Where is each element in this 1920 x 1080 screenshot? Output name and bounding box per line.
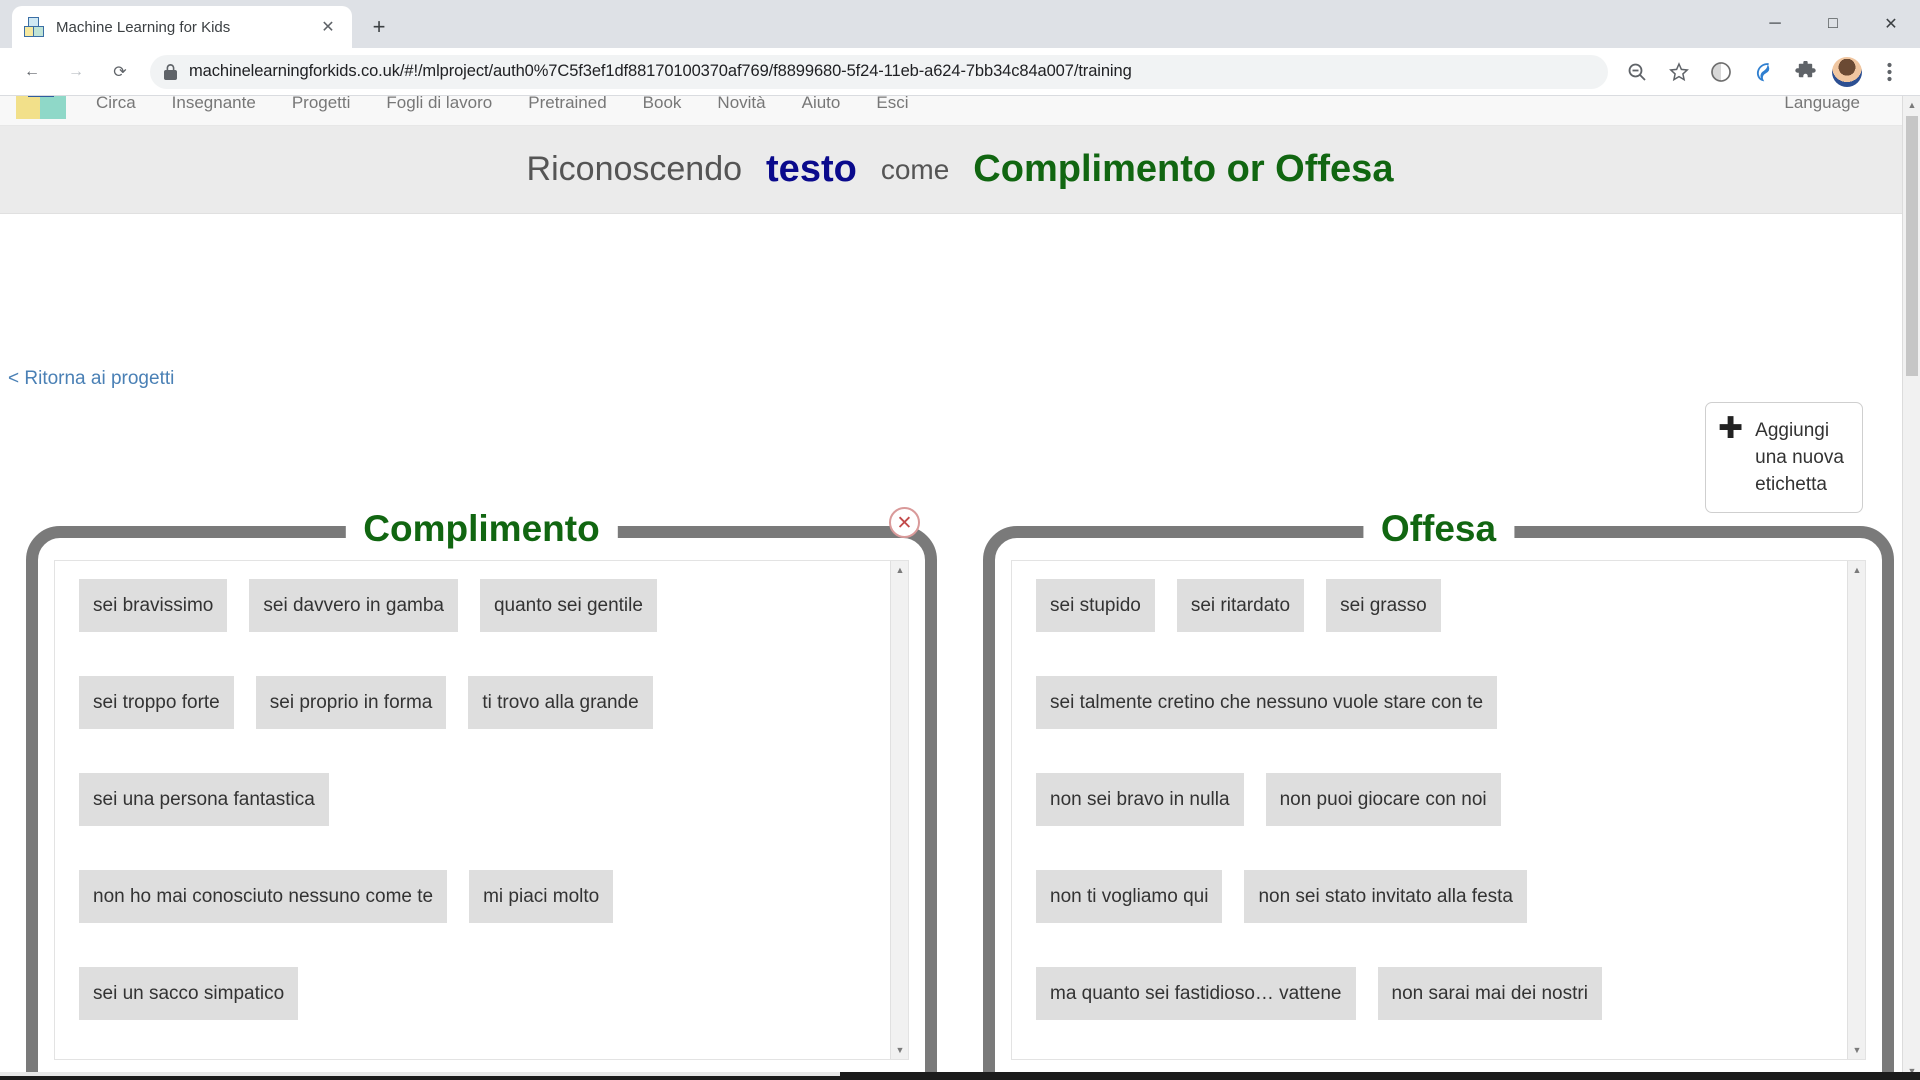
site-navigation: Circa Insegnante Progetti Fogli di lavor…: [0, 96, 1920, 126]
example-chip[interactable]: sei troppo forte: [79, 676, 234, 729]
language-selector[interactable]: Language: [1784, 96, 1860, 125]
scroll-up-icon[interactable]: ▲: [1848, 561, 1865, 579]
examples-scrollbar[interactable]: ▲ ▼: [1847, 561, 1865, 1059]
page-content: Circa Insegnante Progetti Fogli di lavor…: [0, 96, 1920, 1080]
nav-item-pretrained[interactable]: Pretrained: [528, 96, 606, 111]
example-chip[interactable]: sei stupido: [1036, 579, 1155, 632]
nav-item-circa[interactable]: Circa: [96, 96, 136, 111]
extension-blue-icon[interactable]: [1745, 54, 1781, 90]
taskbar-light-edge: [0, 1072, 840, 1076]
example-chip[interactable]: sei grasso: [1326, 579, 1441, 632]
scroll-up-icon[interactable]: ▲: [891, 561, 908, 579]
ml-blocks-icon: [24, 17, 44, 37]
tab-strip: Machine Learning for Kids ✕ + ─ □ ✕: [0, 0, 1920, 48]
examples-area-complimento: sei bravissimo sei davvero in gamba quan…: [54, 560, 909, 1060]
browser-tab[interactable]: Machine Learning for Kids ✕: [12, 6, 352, 48]
reload-icon[interactable]: ⟳: [102, 54, 138, 90]
puzzle-extensions-icon[interactable]: [1787, 54, 1823, 90]
add-label-text: Aggiungi una nuova etichetta: [1755, 420, 1844, 495]
back-icon[interactable]: ←: [14, 54, 50, 90]
ml-for-kids-logo[interactable]: [16, 96, 72, 125]
lock-icon: [164, 63, 177, 80]
example-chip[interactable]: sei davvero in gamba: [249, 579, 458, 632]
example-chip[interactable]: non sarai mai dei nostri: [1377, 967, 1602, 1020]
nav-item-fogli-di-lavoro[interactable]: Fogli di lavoro: [386, 96, 492, 111]
back-to-projects-link[interactable]: < Ritorna ai progetti: [8, 368, 174, 390]
title-labels: Complimento or Offesa: [973, 148, 1394, 190]
user-avatar[interactable]: [1829, 54, 1865, 90]
nav-item-book[interactable]: Book: [643, 96, 682, 111]
close-icon[interactable]: ✕: [316, 15, 340, 39]
avatar: [1832, 56, 1862, 87]
label-panel-offesa: Offesa sei stupido sei ritardato sei gra…: [983, 508, 1894, 1080]
example-chip[interactable]: sei bravissimo: [79, 579, 228, 632]
example-chip[interactable]: ti trovo alla grande: [468, 676, 653, 729]
nav-item-aiuto[interactable]: Aiuto: [802, 96, 841, 111]
example-chip[interactable]: sei una persona fantastica: [79, 773, 329, 826]
add-label-button[interactable]: ✚ Aggiungi una nuova etichetta: [1705, 402, 1863, 513]
example-chip[interactable]: non ti vogliamo qui: [1036, 870, 1223, 923]
language-label[interactable]: Language: [1784, 96, 1860, 111]
nav-item-progetti[interactable]: Progetti: [292, 96, 351, 111]
zoom-out-icon[interactable]: [1619, 54, 1655, 90]
example-chip[interactable]: sei ritardato: [1176, 579, 1305, 632]
browser-window: Machine Learning for Kids ✕ + ─ □ ✕ ← → …: [0, 0, 1920, 1080]
scroll-down-icon[interactable]: ▼: [891, 1041, 908, 1059]
nav-item-insegnante[interactable]: Insegnante: [172, 96, 256, 111]
nav-item-esci[interactable]: Esci: [876, 96, 908, 111]
label-name-offesa: Offesa: [1362, 508, 1515, 550]
page-title: Riconoscendo testo come Complimento or O…: [0, 126, 1920, 214]
label-panels: Complimento ✕ sei bravissimo sei davvero…: [0, 507, 1920, 1080]
new-tab-button[interactable]: +: [362, 10, 396, 44]
examples-area-offesa: sei stupido sei ritardato sei grasso sei…: [1011, 560, 1866, 1060]
title-project-type: testo: [766, 148, 857, 190]
example-chip[interactable]: non ho mai conosciuto nessuno come te: [79, 870, 448, 923]
maximize-icon[interactable]: □: [1804, 0, 1862, 48]
examples-list: sei bravissimo sei davvero in gamba quan…: [55, 561, 908, 1059]
example-chip[interactable]: non sei bravo in nulla: [1036, 773, 1244, 826]
example-chip[interactable]: sei un sacco simpatico: [79, 967, 299, 1020]
label-panel-complimento: Complimento ✕ sei bravissimo sei davvero…: [26, 507, 937, 1080]
plus-icon: ✚: [1718, 411, 1744, 446]
scroll-down-icon[interactable]: ▼: [1848, 1041, 1865, 1059]
bookmark-star-icon[interactable]: [1661, 54, 1697, 90]
example-chip[interactable]: quanto sei gentile: [479, 579, 657, 632]
example-chip[interactable]: mi piaci molto: [469, 870, 614, 923]
example-chip[interactable]: non sei stato invitato alla festa: [1244, 870, 1527, 923]
window-controls: ─ □ ✕: [1746, 0, 1920, 48]
page-scroll-up-icon[interactable]: ▲: [1903, 96, 1920, 114]
page-scrollbar[interactable]: ▲ ▼: [1902, 96, 1920, 1080]
page-scrollbar-thumb[interactable]: [1906, 116, 1918, 376]
label-name-complimento: Complimento: [345, 508, 618, 550]
delete-label-icon[interactable]: ✕: [889, 507, 920, 538]
example-chip[interactable]: sei proprio in forma: [255, 676, 447, 729]
tab-title: Machine Learning for Kids: [56, 18, 231, 36]
window-close-icon[interactable]: ✕: [1862, 0, 1920, 48]
examples-list: sei stupido sei ritardato sei grasso sei…: [1012, 561, 1865, 1059]
forward-icon[interactable]: →: [58, 54, 94, 90]
chrome-menu-icon[interactable]: [1871, 54, 1907, 90]
title-prefix: Riconoscendo: [526, 150, 743, 188]
minimize-icon[interactable]: ─: [1746, 0, 1804, 48]
profile-circle-icon[interactable]: [1703, 54, 1739, 90]
examples-scrollbar[interactable]: ▲ ▼: [890, 561, 908, 1059]
example-chip[interactable]: sei talmente cretino che nessuno vuole s…: [1036, 676, 1498, 729]
browser-toolbar: ← → ⟳ machinelearningforkids.co.uk/#!/ml…: [0, 48, 1920, 96]
address-bar[interactable]: machinelearningforkids.co.uk/#!/mlprojec…: [150, 54, 1608, 89]
title-connector: come: [880, 153, 950, 185]
url-text: machinelearningforkids.co.uk/#!/mlprojec…: [189, 62, 1132, 80]
example-chip[interactable]: non puoi giocare con noi: [1265, 773, 1501, 826]
nav-item-novita[interactable]: Novità: [717, 96, 765, 111]
example-chip[interactable]: ma quanto sei fastidioso… vattene: [1036, 967, 1356, 1020]
